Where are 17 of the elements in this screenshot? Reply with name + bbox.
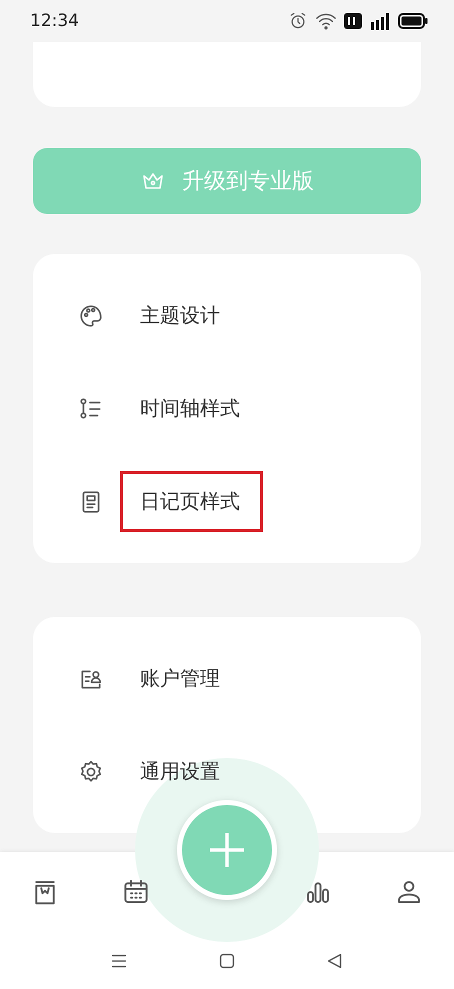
battery-icon	[398, 13, 428, 29]
menu-item[interactable]: 主题设计	[78, 285, 243, 346]
plus-icon	[208, 831, 246, 869]
alarm-icon	[288, 11, 308, 31]
menu-item[interactable]: 通用设置	[78, 741, 243, 802]
settings-icon	[78, 758, 104, 784]
menu-label: 账户管理	[139, 665, 221, 692]
palette-icon	[78, 302, 104, 328]
menu-item[interactable]: 时间轴样式	[78, 378, 263, 439]
menu-label: 主题设计	[139, 302, 221, 329]
menu-label: 通用设置	[139, 758, 221, 785]
menu-label: 时间轴样式	[139, 395, 241, 422]
menu-item[interactable]: 账户管理	[78, 648, 243, 709]
status-time: 12:34	[30, 11, 79, 31]
signal-icon	[369, 12, 391, 30]
menu-item[interactable]: 日记页样式	[78, 471, 263, 532]
menu-label: 日记页样式	[120, 471, 263, 532]
